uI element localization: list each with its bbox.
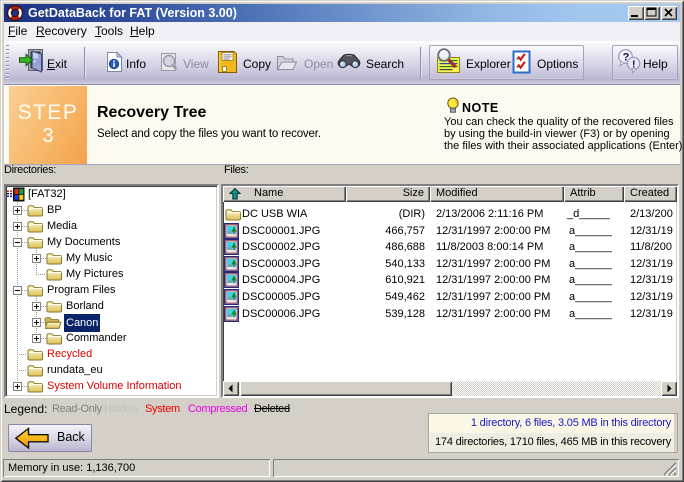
svg-text:!: !	[632, 58, 636, 70]
